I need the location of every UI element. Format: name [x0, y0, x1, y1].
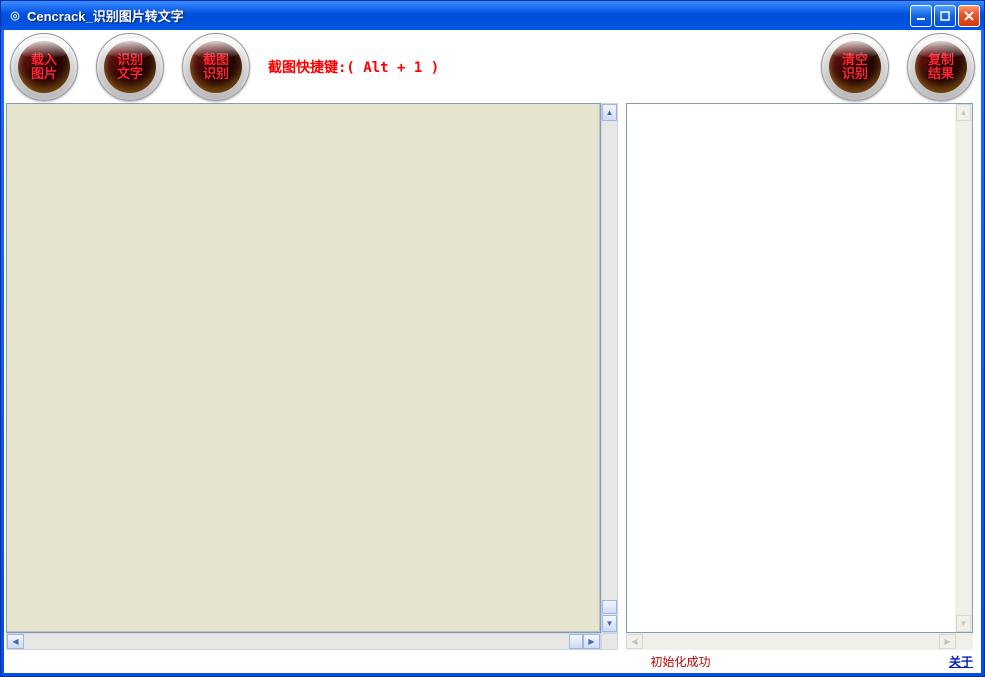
- shortcut-hint: 截图快捷键:( Alt + 1 ): [268, 57, 439, 77]
- result-scroll-corner: [956, 633, 973, 650]
- result-vscrollbar[interactable]: ▲ ▼: [955, 104, 972, 632]
- client-area: 载入 图片 识别 文字 截图 识别 截图快捷键:( Alt + 1 ) 清空 识…: [4, 30, 981, 673]
- content-area: ▲ ▼ ◀ ▶: [4, 103, 981, 650]
- image-viewport: [6, 103, 601, 633]
- scroll-hgrip-icon[interactable]: [569, 634, 583, 649]
- minimize-button[interactable]: [910, 5, 932, 27]
- result-viewport: ▲ ▼: [626, 103, 973, 633]
- screenshot-recognize-label: 截图 识别: [203, 53, 229, 81]
- result-hscrollbar[interactable]: ◀ ▶: [626, 633, 956, 650]
- status-message: 初始化成功: [412, 653, 949, 670]
- scroll-corner: [601, 633, 618, 650]
- maximize-button[interactable]: [934, 5, 956, 27]
- scroll-grip-icon[interactable]: [602, 600, 617, 614]
- titlebar[interactable]: ◎ Cencrack_识别图片转文字: [1, 1, 984, 30]
- clear-recognition-label: 清空 识别: [842, 53, 868, 81]
- scroll-up-icon[interactable]: ▲: [602, 104, 617, 121]
- scroll-left-icon[interactable]: ◀: [7, 634, 24, 649]
- copy-result-button[interactable]: 复制 结果: [907, 33, 975, 101]
- copy-result-label: 复制 结果: [928, 53, 954, 81]
- scroll-right-icon[interactable]: ▶: [583, 634, 600, 649]
- about-link[interactable]: 关于: [949, 653, 973, 670]
- result-pane: ▲ ▼ ◀ ▶: [626, 103, 973, 650]
- application-window: ◎ Cencrack_识别图片转文字 载入 图片 识别 文字 截图 识别: [0, 0, 985, 677]
- load-image-button[interactable]: 载入 图片: [10, 33, 78, 101]
- app-icon: ◎: [7, 8, 23, 24]
- window-title: Cencrack_识别图片转文字: [27, 6, 910, 25]
- image-hscrollbar[interactable]: ◀ ▶: [6, 633, 601, 650]
- recognize-text-label: 识别 文字: [117, 53, 143, 81]
- window-controls: [910, 5, 980, 27]
- image-vscrollbar[interactable]: ▲ ▼: [601, 103, 618, 633]
- close-button[interactable]: [958, 5, 980, 27]
- statusbar: 初始化成功 关于: [4, 650, 981, 673]
- result-scroll-left-icon[interactable]: ◀: [626, 634, 643, 649]
- result-textarea[interactable]: [627, 104, 955, 632]
- result-scroll-up-icon[interactable]: ▲: [956, 104, 971, 121]
- result-scroll-down-icon[interactable]: ▼: [956, 615, 971, 632]
- load-image-label: 载入 图片: [31, 53, 57, 81]
- result-scroll-right-icon[interactable]: ▶: [939, 634, 956, 649]
- image-canvas[interactable]: [7, 104, 600, 632]
- toolbar: 载入 图片 识别 文字 截图 识别 截图快捷键:( Alt + 1 ) 清空 识…: [4, 30, 981, 103]
- clear-recognition-button[interactable]: 清空 识别: [821, 33, 889, 101]
- screenshot-recognize-button[interactable]: 截图 识别: [182, 33, 250, 101]
- recognize-text-button[interactable]: 识别 文字: [96, 33, 164, 101]
- image-pane: ▲ ▼ ◀ ▶: [6, 103, 618, 650]
- scroll-down-icon[interactable]: ▼: [602, 615, 617, 632]
